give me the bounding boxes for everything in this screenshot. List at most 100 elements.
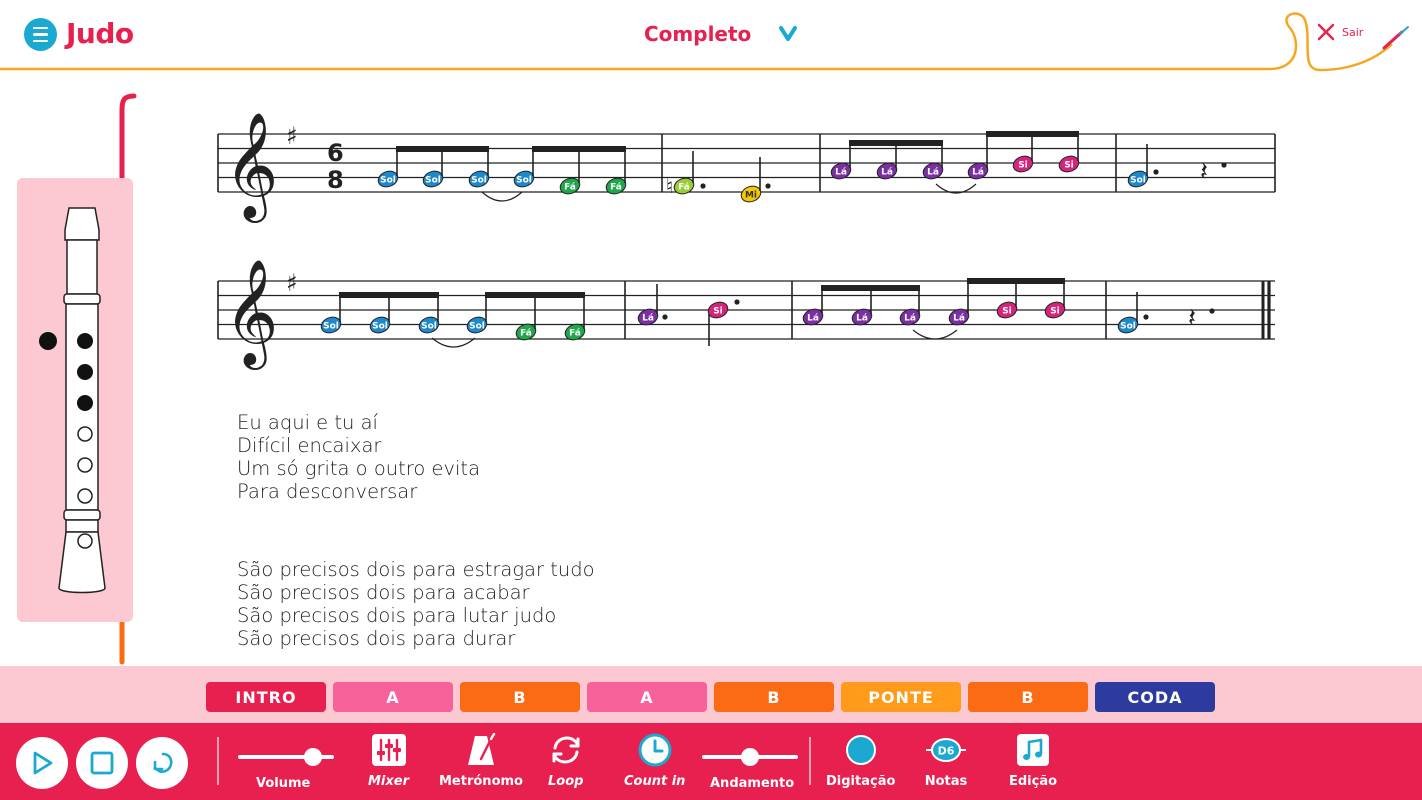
note-label: Lá — [972, 167, 984, 177]
count-in-label: Count in — [624, 774, 686, 789]
section-button[interactable]: B — [714, 682, 834, 712]
metronome-label: Metrónomo — [439, 774, 523, 789]
dot — [1143, 314, 1149, 320]
volume-slider[interactable] — [238, 731, 334, 771]
note-label: Sol — [323, 321, 339, 331]
tie — [912, 329, 958, 340]
note-label: Sol — [421, 321, 437, 331]
note-label: Lá — [807, 313, 819, 323]
toolbar-divider — [809, 737, 811, 785]
section-button[interactable]: INTRO — [206, 682, 326, 712]
tempo-label: Andamento — [710, 776, 795, 791]
mixer-label: Mixer — [368, 774, 410, 789]
time-signature-top: 6 — [327, 139, 344, 167]
key-signature-sharp: ♯ — [286, 122, 298, 150]
lyric-line: São precisos dois para estragar tudo — [237, 558, 595, 581]
dot — [765, 183, 771, 189]
play-button[interactable] — [16, 737, 68, 789]
note-label: Si — [1018, 160, 1028, 170]
treble-clef: 𝄞 — [224, 258, 278, 370]
dot — [662, 314, 668, 320]
note-beam — [339, 292, 439, 298]
tempo-slider-knob[interactable] — [741, 748, 759, 766]
natural-sign: ♮ — [666, 174, 673, 198]
lyrics: Eu aqui e tu aí Difícil encaixar Um só g… — [237, 411, 595, 705]
lyric-line: São precisos dois para acabar — [237, 581, 530, 604]
note-label: Lá — [642, 313, 654, 323]
note-label: Fá — [569, 328, 581, 338]
stop-button[interactable] — [76, 737, 128, 789]
treble-clef: 𝄞 — [224, 111, 278, 223]
quarter-rest: 𝄽 — [1188, 303, 1196, 333]
note-label: Fá — [610, 182, 622, 192]
lyric-line: Difícil encaixar — [237, 434, 382, 457]
lyric-line: Para desconversar — [237, 480, 418, 503]
sections-bar: INTRO A B A B PONTE B CODA — [0, 666, 1422, 723]
lyric-line: Eu aqui e tu aí — [237, 411, 378, 434]
fingering-icon — [845, 731, 877, 769]
note-beam — [485, 292, 585, 298]
play-icon — [33, 751, 53, 775]
note-label: Sol — [380, 175, 396, 185]
note-label: Si — [1050, 306, 1060, 316]
loop-label: Loop — [548, 774, 584, 789]
note-label: Lá — [835, 167, 847, 177]
note-label: Lá — [856, 313, 868, 323]
rewind-icon — [153, 752, 173, 773]
metronome-button[interactable]: Metrónomo — [439, 731, 523, 789]
note-label: Fá — [564, 182, 576, 192]
quarter-rest: 𝄽 — [1200, 157, 1208, 187]
stop-icon — [90, 751, 114, 775]
mixer-button[interactable]: Mixer — [368, 731, 409, 789]
note-label: Sol — [372, 321, 388, 331]
key-signature-sharp: ♯ — [286, 269, 298, 297]
count-in-button[interactable]: Count in — [624, 731, 685, 789]
notes-button[interactable]: D6 Notas — [924, 731, 968, 789]
note-label: Fá — [520, 328, 532, 338]
dot — [700, 183, 706, 189]
note-label: Fá — [678, 182, 690, 192]
edit-button[interactable]: Edição — [1009, 731, 1057, 789]
note-beam — [967, 278, 1065, 284]
lyric-line: Um só grita o outro evita — [237, 457, 481, 480]
volume-label-wrap: Volume — [256, 771, 310, 791]
note-beam — [849, 140, 943, 146]
tempo-slider[interactable] — [702, 731, 798, 771]
volume-slider-knob[interactable] — [303, 748, 322, 766]
note-label: Mi — [745, 190, 757, 200]
section-button[interactable]: CODA — [1095, 682, 1215, 712]
lyrics-stanza-1: Eu aqui e tu aí Difícil encaixar Um só g… — [237, 411, 595, 503]
note-label: Sol — [1130, 175, 1146, 185]
music-note-icon — [1016, 731, 1050, 769]
section-button[interactable]: B — [460, 682, 580, 712]
section-button[interactable]: PONTE — [841, 682, 961, 712]
loop-button[interactable]: Loop — [548, 731, 583, 789]
note-label: Lá — [953, 313, 965, 323]
note-label: Lá — [927, 167, 939, 177]
section-button[interactable]: A — [587, 682, 707, 712]
loop-icon — [549, 731, 583, 769]
note-label: Sol — [471, 175, 487, 185]
lyric-line: São precisos dois para durar — [237, 627, 516, 650]
dot — [1221, 162, 1227, 168]
section-button[interactable]: B — [968, 682, 1088, 712]
rewind-button[interactable] — [136, 737, 188, 789]
section-button[interactable]: A — [333, 682, 453, 712]
note-label: Lá — [881, 167, 893, 177]
tie — [481, 191, 523, 202]
note-label: Sol — [1120, 321, 1136, 331]
fingering-button[interactable]: Digitação — [826, 731, 895, 789]
fingering-panel — [17, 178, 133, 622]
clock-icon — [637, 731, 673, 769]
app-screen: Judo Completo Sair 𝄞 ♯ 6 8 Sol Sol Sol S… — [0, 0, 1422, 800]
note-label: Lá — [904, 313, 916, 323]
notes-icon-text: D6 — [938, 745, 955, 758]
header: Judo Completo Sair — [0, 0, 1422, 72]
note-label: Sol — [516, 175, 532, 185]
metronome-icon — [464, 731, 498, 769]
note-label: Si — [1002, 306, 1012, 316]
music-score: 𝄞 ♯ 68 Sol Sol Sol Sol Fá Fá ♮ Fá Mi Lá Lá Lá Lá Si Si Sol… — [217, 111, 1276, 370]
recorder-diagram — [39, 207, 106, 594]
note-beam — [532, 146, 626, 152]
volume-label: Volume — [256, 776, 311, 791]
